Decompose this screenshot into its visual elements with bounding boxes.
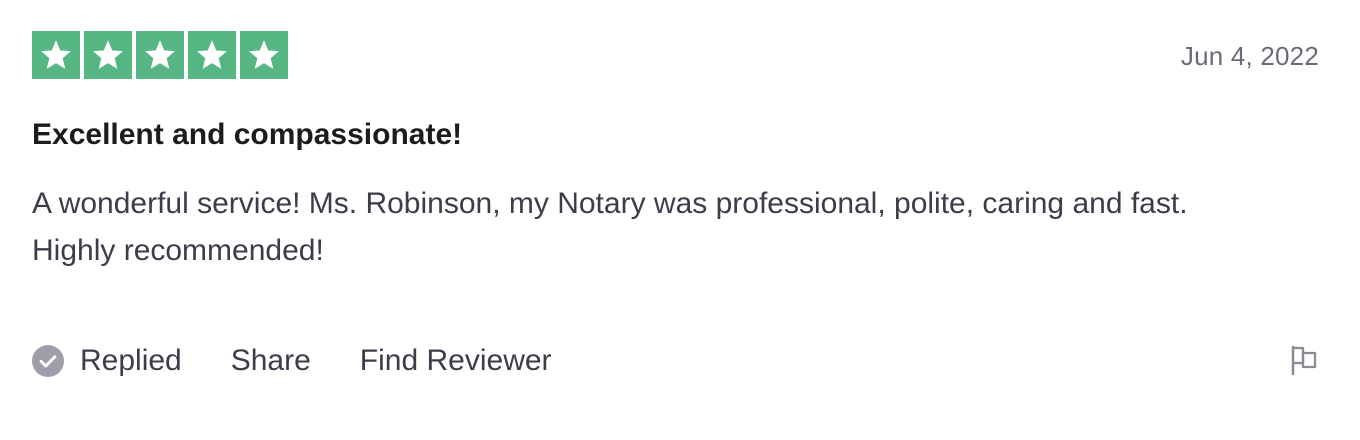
- review-body: A wonderful service! Ms. Robinson, my No…: [32, 187, 1188, 267]
- star-icon: [84, 31, 132, 79]
- flag-icon[interactable]: [1290, 345, 1318, 375]
- review-date: Jun 4, 2022: [1180, 41, 1319, 71]
- find-reviewer-button[interactable]: Find Reviewer: [360, 344, 552, 378]
- replied-label: Replied: [80, 344, 182, 377]
- review-title: Excellent and compassionate!: [32, 118, 463, 151]
- star-icon: [188, 31, 236, 79]
- check-circle-icon: [32, 345, 64, 377]
- star-rating: [32, 31, 288, 79]
- review-card: Jun 4, 2022 Excellent and compassionate!…: [0, 0, 1360, 440]
- star-icon: [240, 31, 288, 79]
- star-icon: [32, 31, 80, 79]
- review-actions: Replied Share Find Reviewer: [32, 340, 601, 382]
- star-icon: [136, 31, 184, 79]
- share-button[interactable]: Share: [231, 344, 311, 378]
- replied-button[interactable]: Replied: [32, 344, 182, 378]
